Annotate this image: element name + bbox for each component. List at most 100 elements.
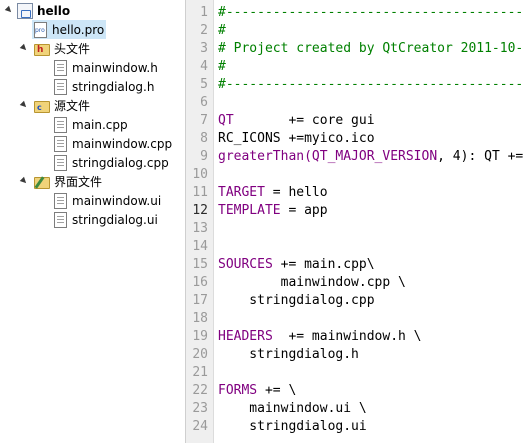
tree-item-file[interactable]: mainwindow.cpp [52,134,172,153]
line-number: 24 [192,419,208,434]
line-number: 9 [200,149,208,164]
line-number: 17 [192,293,208,308]
expand-arrow-icon[interactable] [19,100,29,110]
tree-item-group-0-label: 头文件 [54,42,91,56]
code-token: TEMPLATE [218,203,281,218]
code-line[interactable]: # [218,22,226,40]
line-number: 10 [192,167,208,182]
file-icon [54,192,67,209]
expand-arrow-icon[interactable] [19,43,29,53]
tree-item-group-0[interactable]: h 头文件 [34,39,90,58]
code-line[interactable]: # Project created by QtCreator 2011-10-0… [218,40,523,58]
code-line[interactable]: FORMS += \ [218,382,296,400]
line-number: 7 [200,113,208,128]
code-token: FORMS [218,383,258,398]
line-number: 23 [192,401,208,416]
tree-item-file-label: mainwindow.ui [72,193,162,208]
line-number: 14 [192,239,208,254]
tree-item-file-label: mainwindow.cpp [72,136,173,151]
code-token: #---------------------------------------… [218,5,523,20]
tree-item-file-label: stringdialog.cpp [72,155,169,170]
code-line[interactable]: # [218,58,226,76]
code-token: stringdialog.cpp [218,293,375,308]
line-number: 15 [192,257,208,272]
code-editor[interactable]: #---------------------------------------… [214,0,523,443]
tree-item-project[interactable]: hello [17,1,70,20]
file-icon [54,135,67,152]
code-token: # [218,59,226,74]
code-line[interactable]: RC_ICONS +=myico.ico [218,130,375,148]
tree-item-file[interactable]: mainwindow.ui [52,191,161,210]
code-token: # Project created by QtCreator 2011-10-0… [218,41,523,56]
tree-item-file-label: main.cpp [72,117,128,132]
line-number: 8 [200,131,208,146]
folder-badge: c [37,102,42,112]
code-token: stringdialog.ui [218,419,367,434]
code-token: mainwindow.cpp \ [218,275,406,290]
tree-item-group-2[interactable]: 界面文件 [34,172,102,191]
code-token: QT_MAJOR_VERSION [311,149,438,164]
project-tree: hello hello.pro h 头文件 mainwindow.h stringdial… [0,0,186,443]
code-line[interactable]: TARGET = hello [218,184,328,202]
expand-arrow-icon[interactable] [4,5,14,15]
code-token: += mainwindow.h \ [272,329,422,344]
line-number: 18 [192,311,208,326]
code-token: += \ [257,383,297,398]
line-number: 13 [192,221,208,236]
code-token: TARGET [218,185,265,200]
line-number: 12 [192,203,208,218]
tree-item-file[interactable]: main.cpp [52,115,128,134]
code-line[interactable]: mainwindow.ui \ [218,400,366,418]
code-line[interactable]: stringdialog.h [218,346,359,364]
tree-item-hello-pro[interactable]: hello.pro [32,20,107,39]
code-line[interactable]: stringdialog.cpp [218,292,375,310]
code-line[interactable]: #---------------------------------------… [218,4,523,22]
code-token: += main.cpp\ [272,257,375,272]
tree-item-file[interactable]: stringdialog.h [52,77,154,96]
code-token: # [218,23,226,38]
code-line[interactable]: SOURCES += main.cpp\ [218,256,375,274]
code-line[interactable]: HEADERS += mainwindow.h \ [218,328,422,346]
pro-file-icon [34,21,47,38]
file-icon [54,211,67,228]
code-line[interactable]: stringdialog.ui [218,418,367,436]
file-icon [54,154,67,171]
tree-item-file[interactable]: mainwindow.h [52,58,158,77]
qt-project-icon [17,2,33,19]
code-token: = hello [264,185,328,200]
code-line[interactable]: QT += core gui [218,112,375,130]
tree-item-group-2-label: 界面文件 [54,175,103,189]
line-number: 6 [200,95,208,110]
line-number: 5 [200,77,208,92]
code-token: , 4): QT += widgets [437,149,523,164]
line-number: 3 [200,41,208,56]
line-number: 4 [200,59,208,74]
code-token: HEADERS [218,329,273,344]
tree-item-file[interactable]: stringdialog.cpp [52,153,169,172]
line-number: 21 [192,365,208,380]
code-line[interactable]: mainwindow.cpp \ [218,274,406,292]
file-icon [54,78,67,95]
tree-item-file[interactable]: stringdialog.ui [52,210,158,229]
folder-badge: h [37,44,44,55]
code-token: = app [280,203,328,218]
tree-item-project-label: hello [37,3,71,18]
tree-item-hello-pro-label: hello.pro [52,22,105,37]
line-number: 2 [200,23,208,38]
code-token: SOURCES [218,257,273,272]
code-token: QT [218,113,234,128]
code-token: #---------------------------------------… [218,77,523,92]
expand-arrow-icon[interactable] [19,176,29,186]
tree-item-group-1[interactable]: c 源文件 [34,96,90,115]
code-line[interactable]: TEMPLATE = app [218,202,328,220]
source-folder-icon: c [34,100,50,113]
code-token: greaterThan( [218,149,312,164]
code-token: RC_ICONS +=myico.ico [218,131,375,146]
line-number: 11 [192,185,208,200]
code-line[interactable]: greaterThan(QT_MAJOR_VERSION, 4): QT += … [218,148,523,166]
code-line[interactable]: #---------------------------------------… [218,76,523,94]
forms-folder-icon [34,175,50,189]
tree-item-file-label: mainwindow.h [72,60,158,75]
file-icon [54,116,67,133]
line-number-gutter: 1 2 3 4 5 6 7 8 9 10 11 12 13 14 15 16 17 18 19 20 21 22 23 24 [186,0,214,443]
